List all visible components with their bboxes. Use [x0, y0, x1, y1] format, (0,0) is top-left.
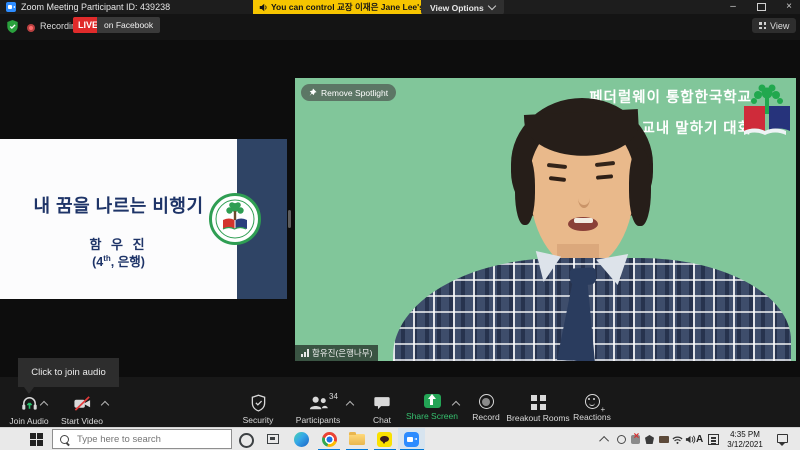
remove-spotlight-label: Remove Spotlight: [321, 88, 388, 98]
participants-count-badge: 34: [329, 392, 338, 401]
participant-name-label: 함유진(은행나무): [312, 347, 372, 359]
view-button-label: View: [770, 21, 789, 31]
participant-hair-side: [629, 148, 651, 226]
record-icon: [479, 394, 494, 409]
tray-sync-icon[interactable]: [617, 435, 626, 444]
reactions-plus-icon: +: [601, 405, 606, 414]
headset-icon: [20, 394, 39, 413]
spotlight-video[interactable]: 페더럴웨이 통합한국학교 ’ 교내 말하기 대회: [295, 78, 796, 361]
breakout-rooms-icon: [531, 395, 537, 401]
clock-date: 3/12/2021: [722, 440, 768, 450]
zoom-app-icon: [6, 2, 16, 12]
zoom-taskbar-icon[interactable]: [404, 432, 419, 447]
school-seal-logo: [209, 193, 261, 245]
start-video-label: Start Video: [61, 416, 103, 426]
clock-time: 4:35 PM: [722, 430, 768, 440]
participant-nose: [578, 188, 590, 208]
participants-icon: [308, 394, 329, 412]
video-school-name: 페더럴웨이 통합한국학교: [589, 86, 752, 107]
grade-open: (4: [92, 255, 103, 269]
remove-spotlight-button[interactable]: Remove Spotlight: [301, 84, 396, 101]
slide-presenter-grade: (4th, 은행): [0, 251, 237, 270]
edge-icon[interactable]: [294, 432, 309, 447]
show-hidden-icons-chevron[interactable]: [599, 436, 609, 446]
participant-name-tag: 함유진(은행나무): [295, 345, 378, 361]
taskbar-clock[interactable]: 4:35 PM 3/12/2021: [722, 430, 768, 449]
signal-bars-icon: [301, 349, 309, 357]
taskbar-search[interactable]: [52, 429, 232, 449]
minimize-button[interactable]: –: [722, 0, 744, 14]
meeting-toolbar: Join Audio Start Video Security: [0, 377, 800, 427]
view-options-label: View Options: [430, 3, 484, 13]
join-audio-label: Join Audio: [9, 416, 48, 426]
encryption-shield-icon[interactable]: [6, 19, 19, 34]
grid-view-icon: [759, 22, 766, 29]
search-icon: [60, 435, 69, 444]
speaker-icon: [259, 3, 268, 12]
close-button[interactable]: ×: [778, 0, 800, 14]
security-label: Security: [243, 415, 274, 425]
record-label: Record: [472, 412, 499, 422]
maximize-button[interactable]: [750, 0, 772, 14]
action-center-icon[interactable]: [777, 434, 788, 443]
start-button[interactable]: [0, 428, 50, 450]
school-books-logo: [740, 80, 794, 142]
grade-sup: th: [103, 254, 111, 263]
reactions-label: Reactions: [573, 412, 611, 422]
search-input[interactable]: [75, 433, 219, 446]
participant-teeth: [574, 218, 593, 223]
chrome-icon[interactable]: [322, 432, 337, 447]
pin-icon: [309, 88, 317, 97]
tray-error-icon[interactable]: [631, 435, 640, 444]
share-screen-icon: [424, 394, 441, 408]
shared-slide: 내 꿈을 나르는 비행기 함 우 진 (4th, 은행): [0, 139, 287, 299]
start-video-caret[interactable]: [101, 400, 109, 408]
join-audio-tooltip: Click to join audio: [18, 358, 119, 387]
task-view-icon[interactable]: [267, 434, 279, 444]
window-title: Zoom Meeting Participant ID: 439238: [21, 0, 170, 14]
reactions-icon: [585, 394, 600, 409]
cortana-icon[interactable]: [239, 433, 254, 448]
zoom-meeting-window: Zoom Meeting Participant ID: 439238 You …: [0, 0, 800, 450]
reactions-button[interactable]: + Reactions: [557, 394, 627, 422]
chat-bubble-icon: [373, 394, 391, 412]
kakaotalk-icon[interactable]: [377, 432, 392, 447]
title-bar: Zoom Meeting Participant ID: 439238 You …: [0, 0, 800, 14]
tray-app-icon[interactable]: [659, 436, 669, 443]
windows-logo-icon: [30, 433, 36, 439]
start-video-button[interactable]: Start Video: [47, 394, 117, 426]
chevron-down-icon: [487, 2, 495, 10]
maximize-icon: [757, 3, 766, 11]
grade-close: , 은행): [111, 255, 145, 269]
windows-taskbar: A 4:35 PM 3/12/2021: [0, 427, 800, 450]
pane-divider-handle[interactable]: [288, 210, 291, 228]
tray-app-icon[interactable]: [645, 435, 654, 444]
ime-language-indicator[interactable]: A: [696, 434, 703, 445]
view-options-button[interactable]: View Options: [421, 0, 504, 15]
participants-label: Participants: [296, 415, 340, 425]
ime-mode-icon[interactable]: [708, 434, 719, 445]
file-explorer-icon[interactable]: [349, 434, 365, 445]
network-icon[interactable]: [672, 435, 683, 445]
video-contest-name: ’ 교내 말하기 대회: [632, 117, 752, 138]
shield-icon: [250, 394, 267, 412]
tooltip-tail: [24, 387, 34, 394]
participant-hair-side: [515, 153, 535, 225]
chat-label: Chat: [373, 415, 391, 425]
slide-title: 내 꿈을 나르는 비행기: [0, 192, 237, 218]
volume-icon[interactable]: [685, 434, 696, 445]
camera-off-icon: [73, 394, 92, 413]
join-audio-tooltip-text: Click to join audio: [31, 367, 105, 378]
participants-button[interactable]: Participants: [283, 394, 353, 425]
live-target-badge: on Facebook: [97, 17, 160, 33]
view-layout-button[interactable]: View: [752, 18, 796, 33]
meeting-status-bar: Recording LIVE on Facebook View: [0, 14, 800, 40]
recording-indicator-icon[interactable]: [27, 24, 35, 32]
